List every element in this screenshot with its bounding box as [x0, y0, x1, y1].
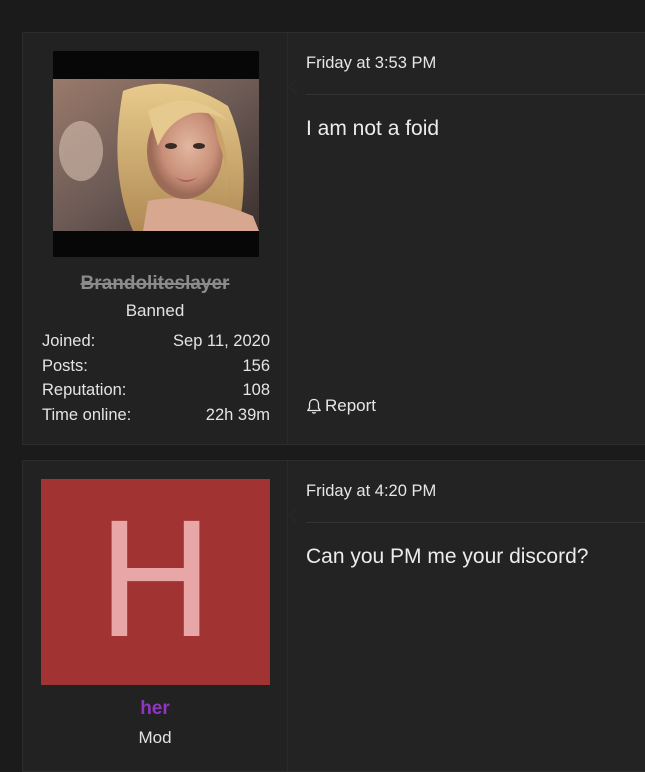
stat-value: Sep 11, 2020: [173, 332, 270, 350]
post-date[interactable]: Friday at 4:20 PM: [306, 482, 436, 501]
username[interactable]: Brandoliteslayer: [23, 273, 287, 295]
post-user-cell: Brandoliteslayer Banned Joined: Sep 11, …: [23, 33, 287, 444]
avatar[interactable]: H: [41, 479, 270, 685]
post-message-cell: Friday at 4:20 PM Can you PM me your dis…: [288, 461, 645, 771]
message-arrow-fill: [289, 507, 297, 523]
post-body: Can you PM me your discord?: [306, 545, 589, 568]
user-title: Mod: [138, 728, 172, 747]
stat-label: Reputation:: [42, 381, 127, 399]
user-stats: Joined: Sep 11, 2020 Posts: 156 Reputati…: [42, 329, 270, 427]
post-date[interactable]: Friday at 3:53 PM: [306, 54, 436, 73]
report-label: Report: [325, 396, 377, 415]
header-divider: [306, 522, 645, 523]
stat-joined: Joined: Sep 11, 2020: [42, 329, 270, 354]
post-2: H her Mod Friday at 4:20 PM Can you PM m…: [22, 460, 645, 772]
stat-value: 108: [242, 381, 270, 399]
post-message-cell: Friday at 3:53 PM I am not a foid Report: [288, 33, 645, 444]
message-arrow-fill: [289, 79, 297, 95]
stat-label: Time online:: [42, 405, 132, 424]
stat-value: 22h 39m: [205, 405, 270, 424]
post-1: Brandoliteslayer Banned Joined: Sep 11, …: [22, 32, 645, 445]
stat-label: Posts:: [42, 356, 88, 375]
avatar[interactable]: [53, 51, 259, 257]
report-button[interactable]: Report: [306, 396, 376, 416]
user-title: Banned: [125, 301, 185, 320]
bell-icon: [306, 398, 322, 415]
post-user-cell: H her Mod: [23, 461, 287, 771]
post-body: I am not a foid: [306, 117, 440, 140]
stat-posts: Posts: 156: [42, 354, 270, 379]
stat-label: Joined:: [42, 332, 96, 350]
stat-reputation: Reputation: 108: [42, 378, 270, 403]
stat-time-online: Time online: 22h 39m: [42, 403, 270, 428]
header-divider: [306, 94, 645, 95]
stat-value: 156: [242, 356, 270, 375]
username[interactable]: her: [23, 698, 287, 720]
